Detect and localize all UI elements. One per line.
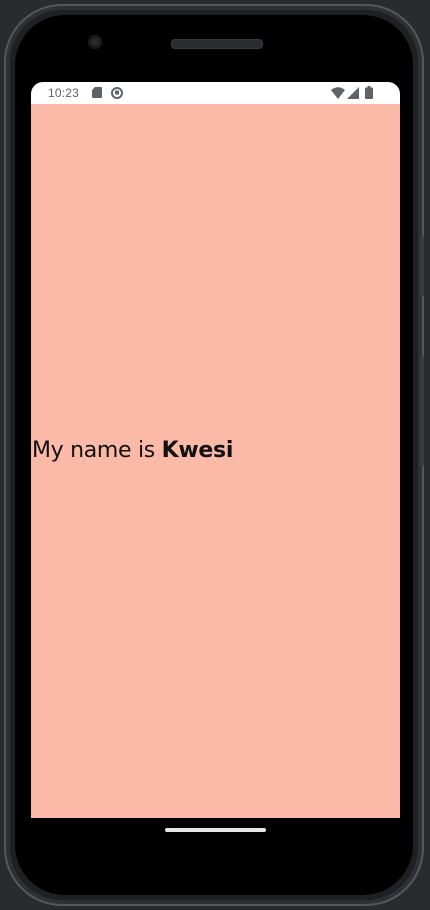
status-bar: 10:23 bbox=[31, 82, 400, 104]
battery-icon bbox=[365, 86, 373, 99]
front-camera bbox=[88, 35, 102, 49]
user-name: Kwesi bbox=[161, 438, 234, 463]
earpiece-speaker bbox=[171, 39, 263, 49]
data-saver-icon bbox=[111, 87, 123, 99]
navigation-bar bbox=[31, 818, 400, 858]
power-button[interactable] bbox=[420, 236, 424, 296]
sd-card-icon bbox=[92, 87, 102, 98]
volume-button[interactable] bbox=[420, 356, 424, 466]
home-indicator[interactable] bbox=[165, 828, 266, 832]
greeting-prefix: My name is bbox=[32, 438, 162, 463]
app-screen: 10:23 My name is Kwesi bbox=[31, 82, 400, 818]
greeting-text: My name is Kwesi bbox=[32, 438, 233, 463]
cell-signal-icon bbox=[347, 87, 359, 99]
status-time: 10:23 bbox=[48, 86, 80, 100]
wifi-icon bbox=[331, 87, 345, 99]
